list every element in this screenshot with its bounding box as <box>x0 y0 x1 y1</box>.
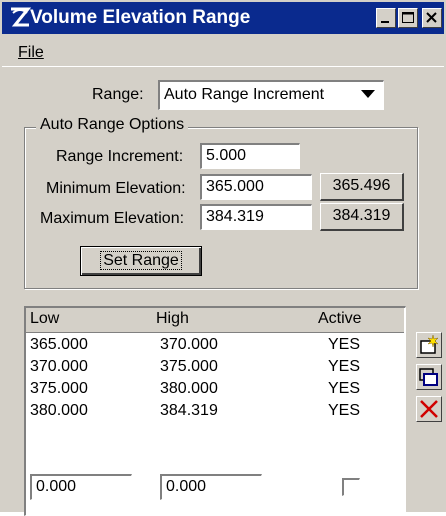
row-active: YES <box>328 402 361 419</box>
row-high: 384.319 <box>160 402 218 419</box>
maximum-elevation-label: Maximum Elevation: <box>40 210 185 227</box>
table-row[interactable]: 380.000 384.319 YES <box>26 402 404 424</box>
header-low[interactable]: Low <box>30 310 59 328</box>
window-title: Volume Elevation Range <box>30 7 251 28</box>
high-edit-input[interactable]: 0.000 <box>160 474 262 500</box>
new-row-icon <box>420 334 439 354</box>
table-row[interactable]: 370.000 375.000 YES <box>26 358 404 380</box>
maximum-elevation-input[interactable]: 384.319 <box>200 204 312 230</box>
minimum-elevation-label: Minimum Elevation: <box>46 180 186 197</box>
row-high: 375.000 <box>160 358 218 375</box>
low-edit-input[interactable]: 0.000 <box>30 474 132 500</box>
close-button[interactable] <box>422 8 442 28</box>
list-header: Low High Active <box>26 308 404 333</box>
close-icon <box>426 12 437 23</box>
menu-file[interactable]: File <box>18 44 44 62</box>
range-increment-input[interactable]: 5.000 <box>200 143 300 169</box>
delete-icon <box>420 400 438 418</box>
minimum-elevation-button[interactable]: 365.496 <box>320 173 404 201</box>
range-dropdown[interactable]: Auto Range Increment <box>158 80 384 110</box>
active-checkbox[interactable] <box>342 478 360 496</box>
volume-elevation-range-window: Volume Elevation Range File Range: Auto … <box>0 0 446 516</box>
range-label: Range: <box>92 86 144 103</box>
menu-bar: File <box>2 36 444 67</box>
minimize-button[interactable] <box>376 8 396 28</box>
minimum-elevation-input[interactable]: 365.000 <box>200 174 312 200</box>
copy-row-button[interactable] <box>416 364 442 390</box>
chevron-down-icon <box>361 90 375 98</box>
copy-icon <box>419 368 438 386</box>
header-high[interactable]: High <box>156 310 189 328</box>
row-active: YES <box>328 380 361 397</box>
title-bar[interactable]: Volume Elevation Range <box>2 2 444 34</box>
table-row[interactable]: 375.000 380.000 YES <box>26 380 404 402</box>
app-logo-icon <box>11 7 32 27</box>
delete-row-button[interactable] <box>416 396 442 422</box>
row-high: 380.000 <box>160 380 218 397</box>
maximize-button[interactable] <box>398 8 418 28</box>
row-active: YES <box>328 358 361 375</box>
row-active: YES <box>328 336 361 353</box>
row-low: 365.000 <box>30 336 88 353</box>
range-selected: Auto Range Increment <box>164 86 325 103</box>
maximum-elevation-button[interactable]: 384.319 <box>320 203 404 231</box>
new-row-button[interactable] <box>416 332 442 358</box>
maximize-icon <box>402 12 414 23</box>
auto-range-options-legend: Auto Range Options <box>36 116 189 134</box>
row-low: 375.000 <box>30 380 88 397</box>
table-row[interactable]: 365.000 370.000 YES <box>26 336 404 358</box>
row-low: 380.000 <box>30 402 88 419</box>
header-active[interactable]: Active <box>318 310 362 328</box>
range-increment-label: Range Increment: <box>56 148 184 165</box>
row-low: 370.000 <box>30 358 88 375</box>
set-range-label: Set Range <box>100 251 182 270</box>
minimize-icon <box>381 21 389 23</box>
set-range-button[interactable]: Set Range <box>80 246 202 276</box>
row-high: 370.000 <box>160 336 218 353</box>
